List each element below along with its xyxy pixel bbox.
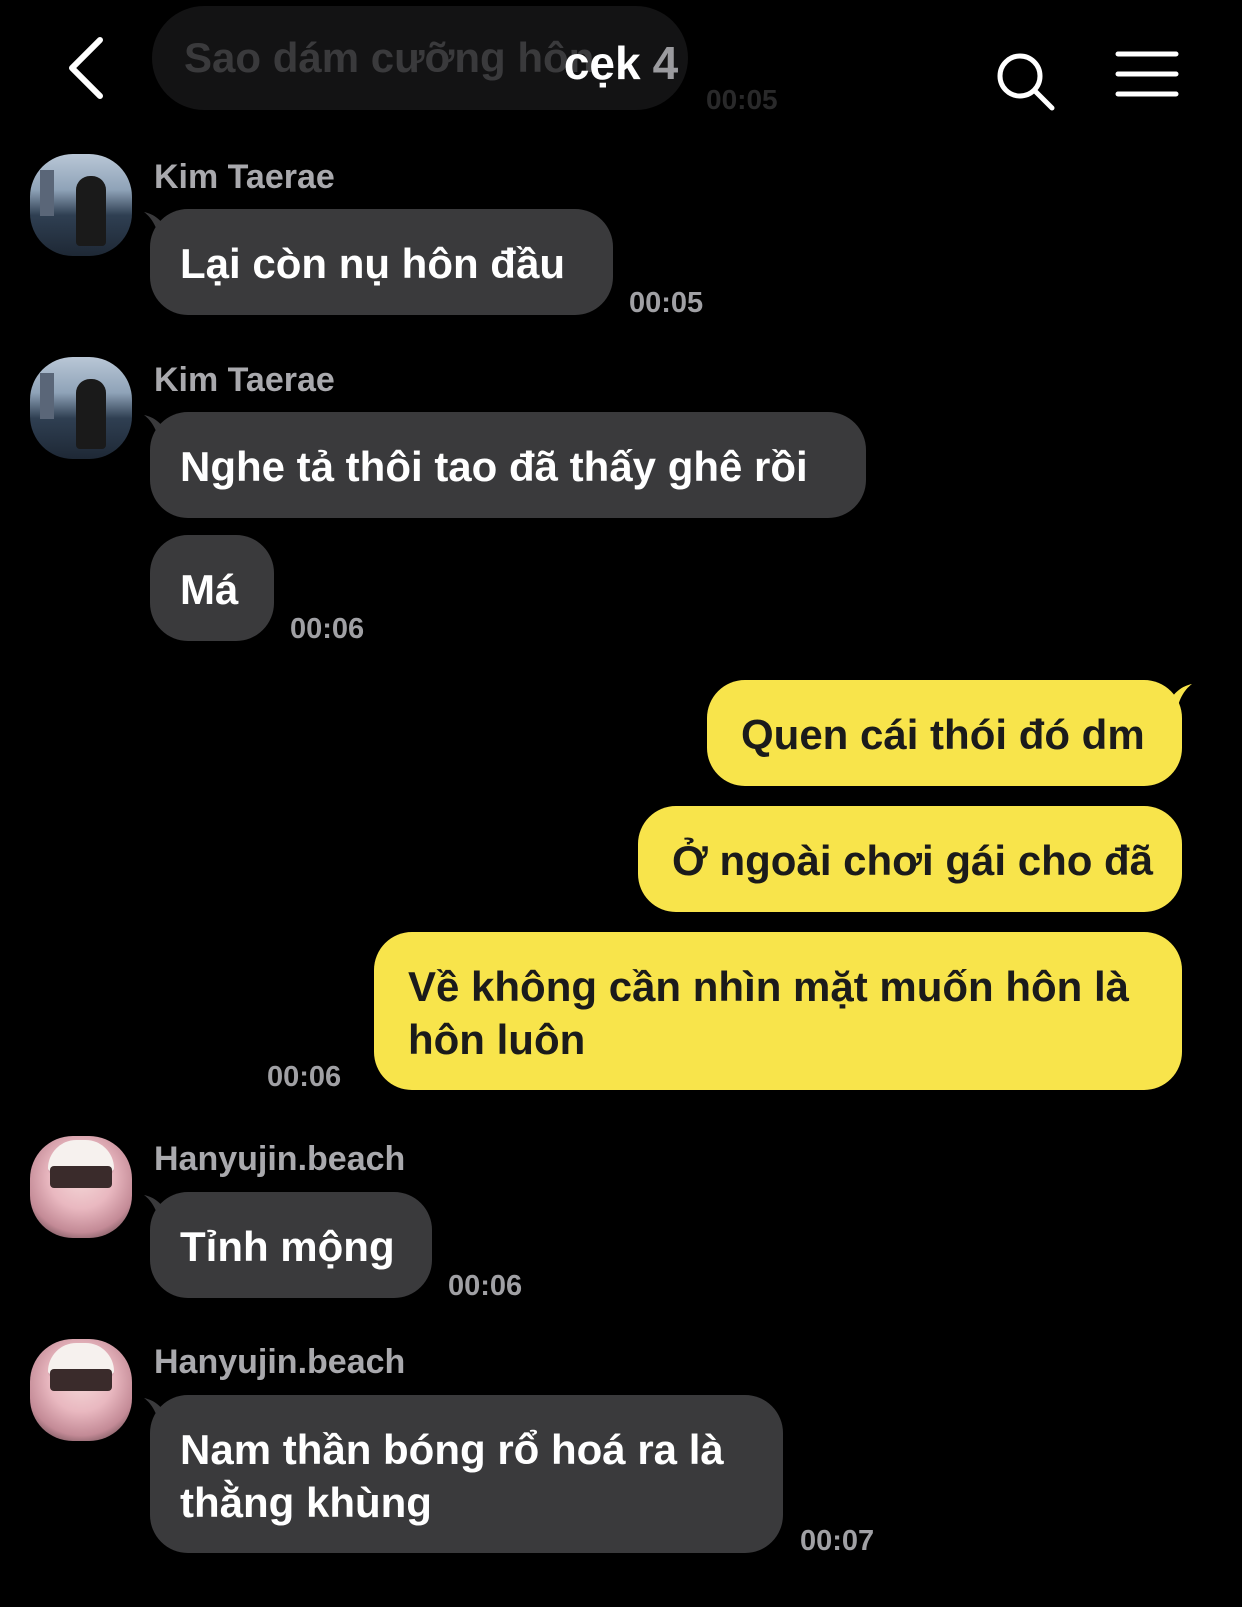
- message-bubble[interactable]: Lại còn nụ hôn đầu: [150, 209, 613, 315]
- message-time: 00:05: [629, 287, 704, 319]
- message-bubble[interactable]: Nghe tả thôi tao đã thấy ghê rồi: [150, 412, 866, 518]
- message-bubble[interactable]: Nam thần bóng rổ hoá ra là thằng khùng: [150, 1395, 783, 1553]
- message-time: 00:06: [448, 1270, 523, 1302]
- message-text: Lại còn nụ hôn đầu: [180, 240, 565, 287]
- avatar-kim-taerae[interactable]: [30, 154, 132, 256]
- message-text-line: Nam thần bóng rổ hoá ra là: [180, 1426, 724, 1473]
- sender-name: Kim Taerae: [154, 158, 335, 196]
- outgoing-message-bubble[interactable]: Ở ngoài chơi gái cho đã: [638, 806, 1182, 912]
- sender-name: Hanyujin.beach: [154, 1140, 406, 1178]
- search-button[interactable]: [992, 48, 1058, 114]
- outgoing-message-bubble[interactable]: Quen cái thói đó dm: [707, 680, 1182, 786]
- menu-button[interactable]: [1114, 48, 1180, 104]
- outgoing-message-bubble[interactable]: Về không cần nhìn mặt muốn hôn là hôn lu…: [374, 932, 1182, 1090]
- hamburger-menu-icon: [1115, 51, 1179, 97]
- member-count: 4: [652, 37, 679, 89]
- avatar-hanyujin-beach[interactable]: [30, 1339, 132, 1441]
- message-text: Tỉnh mộng: [180, 1223, 395, 1270]
- message-time: 00:06: [267, 1061, 342, 1093]
- sender-name: Hanyujin.beach: [154, 1343, 406, 1381]
- avatar-hanyujin-beach[interactable]: [30, 1136, 132, 1238]
- message-time: 00:06: [290, 613, 365, 645]
- message-text-line: thằng khùng: [180, 1479, 432, 1526]
- message-text: Ở ngoài chơi gái cho đã: [672, 837, 1154, 884]
- message-text-line: hôn luôn: [408, 1016, 586, 1063]
- message-text: Nghe tả thôi tao đã thấy ghê rồi: [180, 443, 808, 490]
- avatar-kim-taerae[interactable]: [30, 357, 132, 459]
- message-time: 00:07: [800, 1525, 875, 1557]
- message-bubble[interactable]: Má: [150, 535, 274, 641]
- chat-name: cẹk: [563, 37, 641, 89]
- search-icon: [997, 53, 1055, 111]
- sender-name: Kim Taerae: [154, 361, 335, 399]
- message-text-line: Về không cần nhìn mặt muốn hôn là: [408, 963, 1130, 1010]
- message-text: Má: [180, 566, 239, 613]
- message-bubble[interactable]: Tỉnh mộng: [150, 1192, 432, 1298]
- message-text: Quen cái thói đó dm: [741, 711, 1145, 758]
